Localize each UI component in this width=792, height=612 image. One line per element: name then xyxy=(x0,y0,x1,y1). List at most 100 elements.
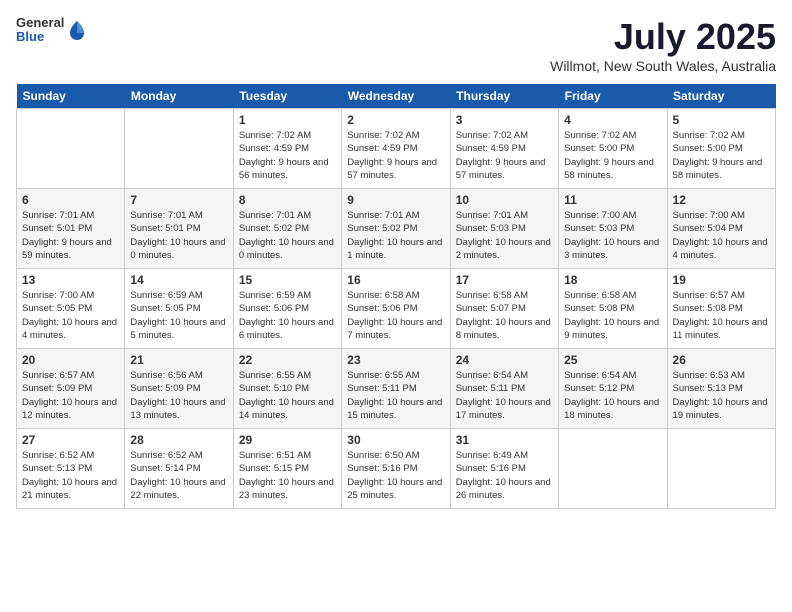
calendar-cell: 12 Sunrise: 7:00 AM Sunset: 5:04 PM Dayl… xyxy=(667,189,775,269)
day-number: 14 xyxy=(130,273,227,287)
calendar-cell: 24 Sunrise: 6:54 AM Sunset: 5:11 PM Dayl… xyxy=(450,349,558,429)
day-number: 29 xyxy=(239,433,336,447)
calendar-cell: 27 Sunrise: 6:52 AM Sunset: 5:13 PM Dayl… xyxy=(17,429,125,509)
calendar-cell: 31 Sunrise: 6:49 AM Sunset: 5:16 PM Dayl… xyxy=(450,429,558,509)
day-info: Sunrise: 6:59 AM Sunset: 5:05 PM Dayligh… xyxy=(130,289,227,342)
calendar-cell xyxy=(667,429,775,509)
day-number: 15 xyxy=(239,273,336,287)
day-header-sunday: Sunday xyxy=(17,84,125,109)
day-info: Sunrise: 7:00 AM Sunset: 5:03 PM Dayligh… xyxy=(564,209,661,262)
calendar-cell: 16 Sunrise: 6:58 AM Sunset: 5:06 PM Dayl… xyxy=(342,269,450,349)
calendar-cell: 28 Sunrise: 6:52 AM Sunset: 5:14 PM Dayl… xyxy=(125,429,233,509)
calendar-week-1: 1 Sunrise: 7:02 AM Sunset: 4:59 PM Dayli… xyxy=(17,109,776,189)
day-info: Sunrise: 7:02 AM Sunset: 5:00 PM Dayligh… xyxy=(564,129,661,182)
calendar-cell: 3 Sunrise: 7:02 AM Sunset: 4:59 PM Dayli… xyxy=(450,109,558,189)
calendar-table: SundayMondayTuesdayWednesdayThursdayFrid… xyxy=(16,84,776,509)
calendar-cell: 23 Sunrise: 6:55 AM Sunset: 5:11 PM Dayl… xyxy=(342,349,450,429)
day-info: Sunrise: 6:55 AM Sunset: 5:11 PM Dayligh… xyxy=(347,369,444,422)
day-info: Sunrise: 7:02 AM Sunset: 4:59 PM Dayligh… xyxy=(239,129,336,182)
day-info: Sunrise: 6:50 AM Sunset: 5:16 PM Dayligh… xyxy=(347,449,444,502)
calendar-cell: 21 Sunrise: 6:56 AM Sunset: 5:09 PM Dayl… xyxy=(125,349,233,429)
day-number: 12 xyxy=(673,193,770,207)
day-number: 22 xyxy=(239,353,336,367)
day-number: 5 xyxy=(673,113,770,127)
calendar-cell: 9 Sunrise: 7:01 AM Sunset: 5:02 PM Dayli… xyxy=(342,189,450,269)
day-number: 11 xyxy=(564,193,661,207)
day-info: Sunrise: 6:54 AM Sunset: 5:11 PM Dayligh… xyxy=(456,369,553,422)
day-info: Sunrise: 6:58 AM Sunset: 5:06 PM Dayligh… xyxy=(347,289,444,342)
calendar-cell: 7 Sunrise: 7:01 AM Sunset: 5:01 PM Dayli… xyxy=(125,189,233,269)
calendar-week-5: 27 Sunrise: 6:52 AM Sunset: 5:13 PM Dayl… xyxy=(17,429,776,509)
day-number: 28 xyxy=(130,433,227,447)
calendar-week-4: 20 Sunrise: 6:57 AM Sunset: 5:09 PM Dayl… xyxy=(17,349,776,429)
calendar-cell: 20 Sunrise: 6:57 AM Sunset: 5:09 PM Dayl… xyxy=(17,349,125,429)
day-number: 30 xyxy=(347,433,444,447)
day-info: Sunrise: 6:53 AM Sunset: 5:13 PM Dayligh… xyxy=(673,369,770,422)
day-info: Sunrise: 7:01 AM Sunset: 5:02 PM Dayligh… xyxy=(239,209,336,262)
calendar-cell xyxy=(125,109,233,189)
calendar-cell: 6 Sunrise: 7:01 AM Sunset: 5:01 PM Dayli… xyxy=(17,189,125,269)
day-info: Sunrise: 7:01 AM Sunset: 5:01 PM Dayligh… xyxy=(22,209,119,262)
day-number: 24 xyxy=(456,353,553,367)
calendar-cell: 26 Sunrise: 6:53 AM Sunset: 5:13 PM Dayl… xyxy=(667,349,775,429)
day-info: Sunrise: 6:58 AM Sunset: 5:08 PM Dayligh… xyxy=(564,289,661,342)
day-info: Sunrise: 7:00 AM Sunset: 5:05 PM Dayligh… xyxy=(22,289,119,342)
day-info: Sunrise: 7:00 AM Sunset: 5:04 PM Dayligh… xyxy=(673,209,770,262)
day-info: Sunrise: 6:49 AM Sunset: 5:16 PM Dayligh… xyxy=(456,449,553,502)
day-info: Sunrise: 7:01 AM Sunset: 5:03 PM Dayligh… xyxy=(456,209,553,262)
logo-text: General Blue xyxy=(16,16,64,45)
day-number: 18 xyxy=(564,273,661,287)
page-header: General Blue July 2025 Willmot, New Sout… xyxy=(16,16,776,74)
day-info: Sunrise: 6:52 AM Sunset: 5:14 PM Dayligh… xyxy=(130,449,227,502)
day-info: Sunrise: 6:54 AM Sunset: 5:12 PM Dayligh… xyxy=(564,369,661,422)
day-info: Sunrise: 6:52 AM Sunset: 5:13 PM Dayligh… xyxy=(22,449,119,502)
day-header-saturday: Saturday xyxy=(667,84,775,109)
day-number: 3 xyxy=(456,113,553,127)
day-info: Sunrise: 7:01 AM Sunset: 5:01 PM Dayligh… xyxy=(130,209,227,262)
day-number: 27 xyxy=(22,433,119,447)
day-header-friday: Friday xyxy=(559,84,667,109)
calendar-week-3: 13 Sunrise: 7:00 AM Sunset: 5:05 PM Dayl… xyxy=(17,269,776,349)
day-info: Sunrise: 6:58 AM Sunset: 5:07 PM Dayligh… xyxy=(456,289,553,342)
day-info: Sunrise: 6:57 AM Sunset: 5:09 PM Dayligh… xyxy=(22,369,119,422)
calendar-cell: 17 Sunrise: 6:58 AM Sunset: 5:07 PM Dayl… xyxy=(450,269,558,349)
calendar-cell: 5 Sunrise: 7:02 AM Sunset: 5:00 PM Dayli… xyxy=(667,109,775,189)
day-info: Sunrise: 6:56 AM Sunset: 5:09 PM Dayligh… xyxy=(130,369,227,422)
day-number: 9 xyxy=(347,193,444,207)
day-info: Sunrise: 6:55 AM Sunset: 5:10 PM Dayligh… xyxy=(239,369,336,422)
calendar-cell xyxy=(17,109,125,189)
logo-general: General xyxy=(16,16,64,30)
day-number: 20 xyxy=(22,353,119,367)
day-number: 1 xyxy=(239,113,336,127)
calendar-cell: 4 Sunrise: 7:02 AM Sunset: 5:00 PM Dayli… xyxy=(559,109,667,189)
logo: General Blue xyxy=(16,16,86,45)
day-number: 2 xyxy=(347,113,444,127)
calendar-cell: 13 Sunrise: 7:00 AM Sunset: 5:05 PM Dayl… xyxy=(17,269,125,349)
day-info: Sunrise: 7:02 AM Sunset: 4:59 PM Dayligh… xyxy=(456,129,553,182)
day-number: 7 xyxy=(130,193,227,207)
day-info: Sunrise: 6:57 AM Sunset: 5:08 PM Dayligh… xyxy=(673,289,770,342)
day-number: 21 xyxy=(130,353,227,367)
calendar-cell: 15 Sunrise: 6:59 AM Sunset: 5:06 PM Dayl… xyxy=(233,269,341,349)
calendar-cell: 1 Sunrise: 7:02 AM Sunset: 4:59 PM Dayli… xyxy=(233,109,341,189)
day-number: 13 xyxy=(22,273,119,287)
day-number: 10 xyxy=(456,193,553,207)
calendar-cell: 18 Sunrise: 6:58 AM Sunset: 5:08 PM Dayl… xyxy=(559,269,667,349)
location-label: Willmot, New South Wales, Australia xyxy=(550,58,776,74)
day-number: 19 xyxy=(673,273,770,287)
day-info: Sunrise: 6:59 AM Sunset: 5:06 PM Dayligh… xyxy=(239,289,336,342)
calendar-cell: 14 Sunrise: 6:59 AM Sunset: 5:05 PM Dayl… xyxy=(125,269,233,349)
day-info: Sunrise: 7:02 AM Sunset: 4:59 PM Dayligh… xyxy=(347,129,444,182)
day-number: 31 xyxy=(456,433,553,447)
day-number: 4 xyxy=(564,113,661,127)
day-number: 17 xyxy=(456,273,553,287)
calendar-cell: 10 Sunrise: 7:01 AM Sunset: 5:03 PM Dayl… xyxy=(450,189,558,269)
calendar-cell: 25 Sunrise: 6:54 AM Sunset: 5:12 PM Dayl… xyxy=(559,349,667,429)
calendar-header-row: SundayMondayTuesdayWednesdayThursdayFrid… xyxy=(17,84,776,109)
day-header-wednesday: Wednesday xyxy=(342,84,450,109)
calendar-cell: 22 Sunrise: 6:55 AM Sunset: 5:10 PM Dayl… xyxy=(233,349,341,429)
calendar-cell: 30 Sunrise: 6:50 AM Sunset: 5:16 PM Dayl… xyxy=(342,429,450,509)
day-number: 25 xyxy=(564,353,661,367)
calendar-cell: 11 Sunrise: 7:00 AM Sunset: 5:03 PM Dayl… xyxy=(559,189,667,269)
logo-blue: Blue xyxy=(16,30,64,44)
